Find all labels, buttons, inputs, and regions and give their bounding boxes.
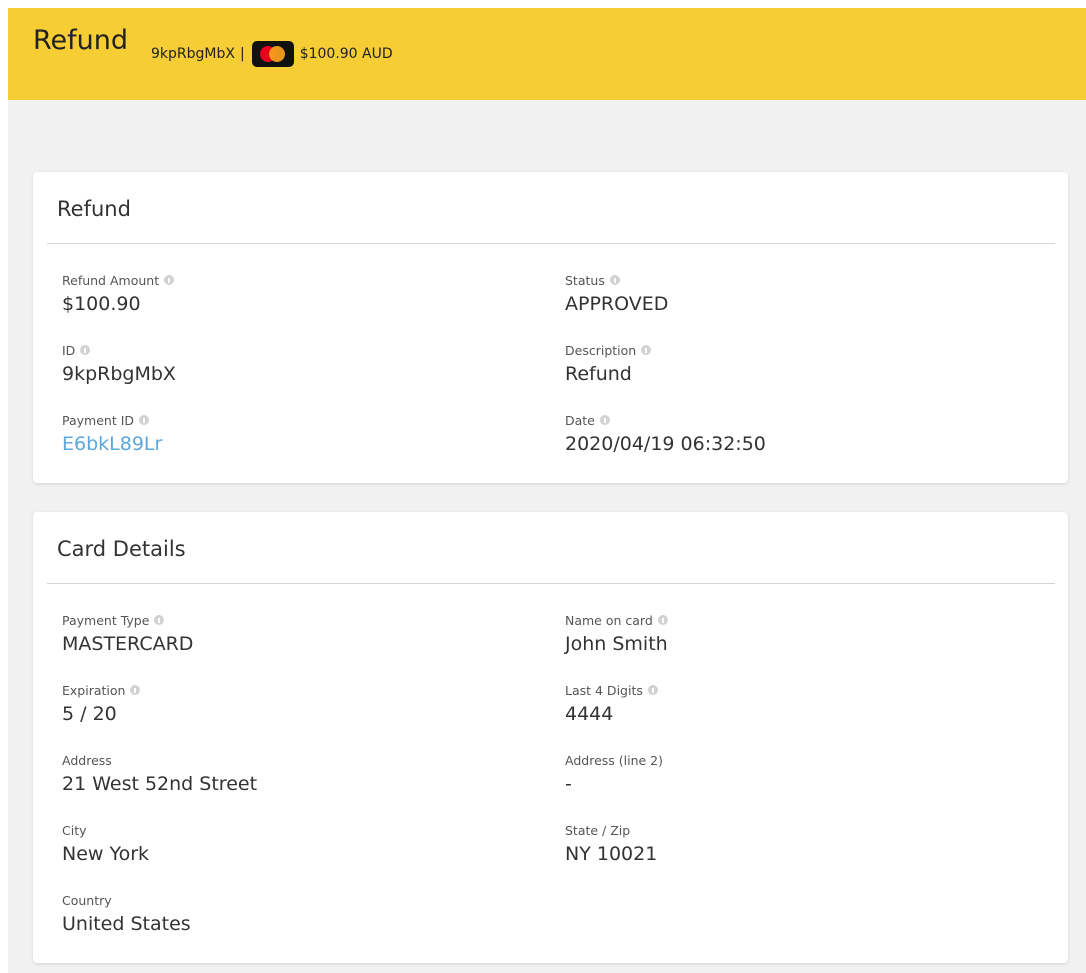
info-icon[interactable] xyxy=(139,415,150,425)
country-value: United States xyxy=(62,913,191,935)
city-value: New York xyxy=(62,843,150,865)
info-icon[interactable] xyxy=(130,685,141,695)
payment-id-field: Payment ID E6bkL89Lr xyxy=(62,412,162,457)
name-on-card-field: Name on card John Smith xyxy=(565,612,668,657)
country-label: Country xyxy=(62,892,112,908)
address-line-2-value: - xyxy=(565,773,572,795)
address-label: Address xyxy=(62,752,112,768)
header-separator: | xyxy=(239,46,245,62)
page-title: Refund xyxy=(33,25,129,56)
info-icon[interactable] xyxy=(80,345,91,355)
country-field: Country United States xyxy=(62,892,191,937)
id-field: ID 9kpRbgMbX xyxy=(62,342,176,387)
address-line-2-label: Address (line 2) xyxy=(565,752,663,768)
expiration-field: Expiration 5 / 20 xyxy=(62,682,141,727)
payment-type-label: Payment Type xyxy=(62,612,150,628)
name-on-card-label: Name on card xyxy=(565,612,653,628)
payment-type-field: Payment Type MASTERCARD xyxy=(62,612,193,657)
info-icon[interactable] xyxy=(641,345,652,355)
refund-amount-label: Refund Amount xyxy=(62,272,160,288)
page-header: Refund 9kpRbgMbX | $100.90 AUD xyxy=(8,8,1086,100)
header-summary: 9kpRbgMbX | $100.90 AUD xyxy=(151,41,393,67)
refund-panel: Refund Refund Amount $100.90 Status APPR… xyxy=(33,172,1068,483)
address-value: 21 West 52nd Street xyxy=(62,773,258,795)
expiration-label: Expiration xyxy=(62,682,126,698)
status-field: Status APPROVED xyxy=(565,272,668,317)
info-icon[interactable] xyxy=(164,275,175,285)
refund-panel-divider xyxy=(47,243,1055,244)
description-label: Description xyxy=(565,342,637,358)
address-field: Address 21 West 52nd Street xyxy=(62,752,257,797)
info-icon[interactable] xyxy=(657,615,668,625)
info-icon[interactable] xyxy=(599,415,610,425)
card-details-divider xyxy=(47,583,1055,584)
last-4-digits-label: Last 4 Digits xyxy=(565,682,643,698)
date-value: 2020/04/19 06:32:50 xyxy=(565,433,766,455)
city-label: City xyxy=(62,822,87,838)
payment-id-label: Payment ID xyxy=(62,412,135,428)
refund-panel-title: Refund xyxy=(57,197,131,221)
header-refund-id: 9kpRbgMbX xyxy=(151,46,235,62)
payment-id-link[interactable]: E6bkL89Lr xyxy=(62,431,162,457)
last-4-digits-value: 4444 xyxy=(565,703,614,725)
status-value: APPROVED xyxy=(565,293,669,315)
refund-amount-value: $100.90 xyxy=(62,293,141,315)
state-zip-value: NY 10021 xyxy=(565,843,658,865)
description-value: Refund xyxy=(565,363,632,385)
description-field: Description Refund xyxy=(565,342,652,387)
mastercard-icon xyxy=(251,41,294,67)
name-on-card-value: John Smith xyxy=(565,633,668,655)
info-icon[interactable] xyxy=(647,685,658,695)
date-label: Date xyxy=(565,412,595,428)
id-label: ID xyxy=(62,342,76,358)
status-label: Status xyxy=(565,272,605,288)
expiration-value: 5 / 20 xyxy=(62,703,117,725)
last-4-digits-field: Last 4 Digits 4444 xyxy=(565,682,658,727)
info-icon[interactable] xyxy=(154,615,165,625)
address-line-2-field: Address (line 2) - xyxy=(565,752,663,797)
date-field: Date 2020/04/19 06:32:50 xyxy=(565,412,766,457)
payment-type-value: MASTERCARD xyxy=(62,633,194,655)
card-details-panel: Card Details Payment Type MASTERCARD Nam… xyxy=(33,512,1068,963)
state-zip-label: State / Zip xyxy=(565,822,631,838)
page-frame: Refund 9kpRbgMbX | $100.90 AUD Refund Re… xyxy=(8,8,1086,973)
refund-amount-field: Refund Amount $100.90 xyxy=(62,272,175,317)
city-field: City New York xyxy=(62,822,149,867)
id-value: 9kpRbgMbX xyxy=(62,363,176,385)
header-amount: $100.90 AUD xyxy=(299,46,393,62)
card-details-title: Card Details xyxy=(57,537,186,561)
state-zip-field: State / Zip NY 10021 xyxy=(565,822,657,867)
info-icon[interactable] xyxy=(609,275,620,285)
